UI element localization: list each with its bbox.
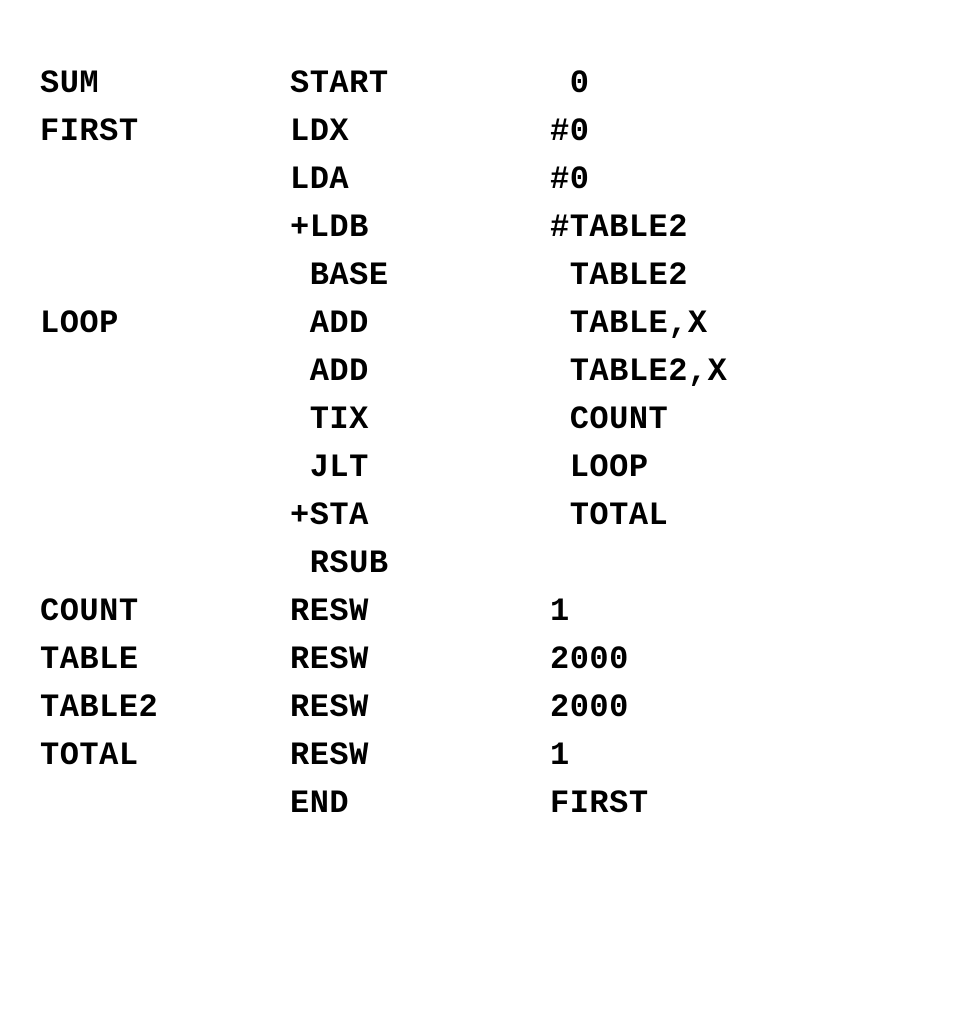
- label-cell: FIRST: [40, 108, 290, 156]
- table-row: ADD TABLE2,X: [40, 348, 727, 396]
- opcode-cell: +LDB: [290, 204, 550, 252]
- table-row: JLT LOOP: [40, 444, 727, 492]
- label-cell: [40, 540, 290, 588]
- label-cell: SUM: [40, 60, 290, 108]
- opcode-cell: RSUB: [290, 540, 550, 588]
- operand-cell: #TABLE2: [550, 204, 727, 252]
- opcode-cell: TIX: [290, 396, 550, 444]
- operand-cell: TABLE,X: [550, 300, 727, 348]
- label-cell: [40, 444, 290, 492]
- table-row: TABLE RESW 2000: [40, 636, 727, 684]
- table-row: FIRST LDX #0: [40, 108, 727, 156]
- table-row: +LDB #TABLE2: [40, 204, 727, 252]
- label-cell: [40, 396, 290, 444]
- operand-cell: TOTAL: [550, 492, 727, 540]
- table-row: END FIRST: [40, 780, 727, 828]
- table-row: LDA #0: [40, 156, 727, 204]
- opcode-cell: LDA: [290, 156, 550, 204]
- opcode-cell: RESW: [290, 684, 550, 732]
- table-row: TABLE2 RESW 2000: [40, 684, 727, 732]
- label-cell: TABLE: [40, 636, 290, 684]
- assembly-listing: SUM START 0 FIRST LDX #0 LDA #0 +LDB #TA…: [40, 60, 727, 828]
- operand-cell: 1: [550, 732, 727, 780]
- opcode-cell: RESW: [290, 588, 550, 636]
- operand-cell: TABLE2,X: [550, 348, 727, 396]
- label-cell: [40, 252, 290, 300]
- operand-cell: 1: [550, 588, 727, 636]
- opcode-cell: END: [290, 780, 550, 828]
- opcode-cell: RESW: [290, 732, 550, 780]
- operand-cell: COUNT: [550, 396, 727, 444]
- opcode-cell: BASE: [290, 252, 550, 300]
- label-cell: [40, 348, 290, 396]
- operand-cell: LOOP: [550, 444, 727, 492]
- operand-cell: 2000: [550, 636, 727, 684]
- operand-cell: FIRST: [550, 780, 727, 828]
- label-cell: LOOP: [40, 300, 290, 348]
- label-cell: [40, 204, 290, 252]
- table-row: COUNT RESW 1: [40, 588, 727, 636]
- table-row: SUM START 0: [40, 60, 727, 108]
- operand-cell: 0: [550, 60, 727, 108]
- operand-cell: TABLE2: [550, 252, 727, 300]
- label-cell: [40, 492, 290, 540]
- opcode-cell: ADD: [290, 300, 550, 348]
- table-row: LOOP ADD TABLE,X: [40, 300, 727, 348]
- opcode-cell: START: [290, 60, 550, 108]
- operand-cell: 2000: [550, 684, 727, 732]
- operand-cell: #0: [550, 156, 727, 204]
- operand-cell: [550, 540, 727, 588]
- label-cell: TOTAL: [40, 732, 290, 780]
- table-row: BASE TABLE2: [40, 252, 727, 300]
- opcode-cell: LDX: [290, 108, 550, 156]
- label-cell: TABLE2: [40, 684, 290, 732]
- table-row: RSUB: [40, 540, 727, 588]
- label-cell: [40, 156, 290, 204]
- opcode-cell: RESW: [290, 636, 550, 684]
- table-row: TOTAL RESW 1: [40, 732, 727, 780]
- opcode-cell: ADD: [290, 348, 550, 396]
- opcode-cell: +STA: [290, 492, 550, 540]
- table-row: +STA TOTAL: [40, 492, 727, 540]
- label-cell: [40, 780, 290, 828]
- operand-cell: #0: [550, 108, 727, 156]
- label-cell: COUNT: [40, 588, 290, 636]
- opcode-cell: JLT: [290, 444, 550, 492]
- table-row: TIX COUNT: [40, 396, 727, 444]
